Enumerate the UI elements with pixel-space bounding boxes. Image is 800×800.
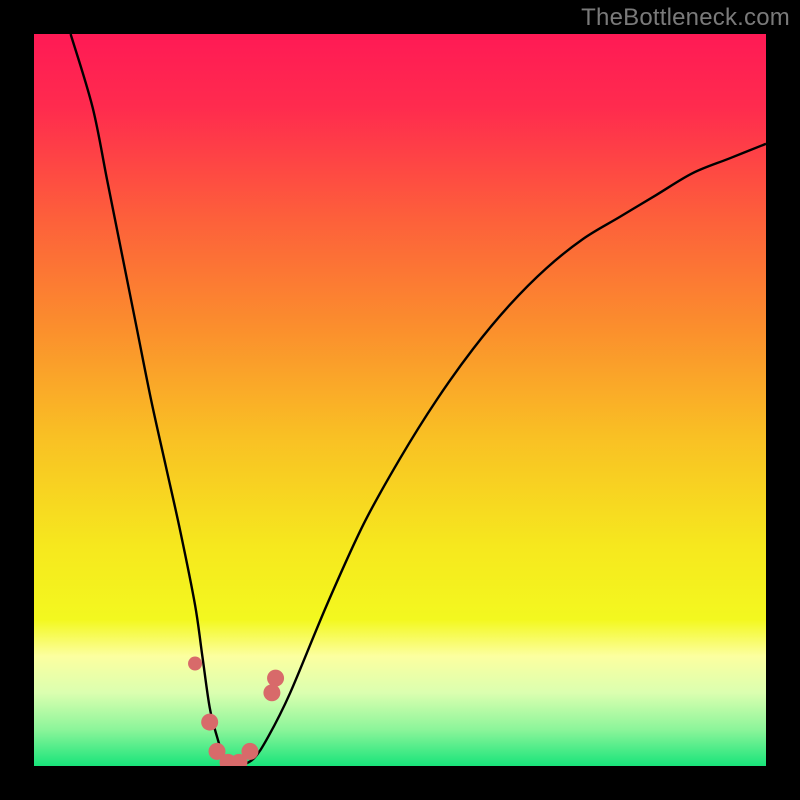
- frame-border-left: [0, 0, 34, 800]
- curve-marker: [241, 743, 258, 760]
- curve-marker: [188, 657, 202, 671]
- frame-border-right: [766, 0, 800, 800]
- frame-border-bottom: [0, 766, 800, 800]
- curve-marker: [263, 684, 280, 701]
- curve-marker: [267, 670, 284, 687]
- gradient-background: [34, 34, 766, 766]
- bottleneck-chart: [34, 34, 766, 766]
- plot-area: [34, 34, 766, 766]
- watermark-text: TheBottleneck.com: [581, 4, 790, 32]
- curve-marker: [201, 714, 218, 731]
